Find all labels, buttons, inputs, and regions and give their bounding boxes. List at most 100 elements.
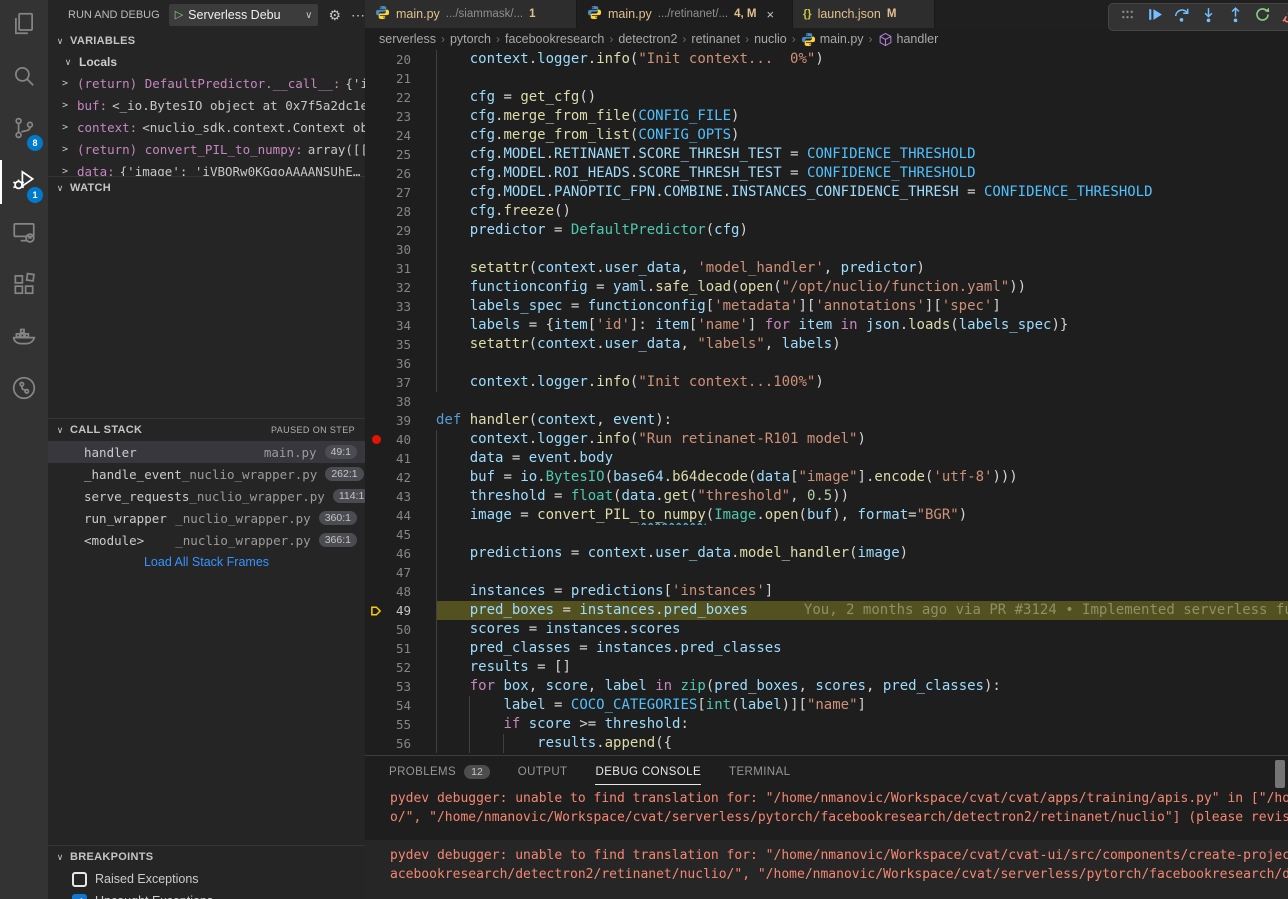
console-message-block[interactable]: pydev debugger: unable to find translati… <box>365 788 1288 827</box>
chevron-right-icon[interactable]: > <box>62 166 72 177</box>
code-line[interactable]: 33 labels_spec = functionconfig['metadat… <box>365 297 1288 316</box>
close-icon[interactable]: × <box>766 7 774 22</box>
code-line[interactable]: 49 pred_boxes = instances.pred_boxesYou,… <box>365 601 1288 620</box>
load-all-stack-frames-link[interactable]: Load All Stack Frames <box>48 551 365 573</box>
code-line[interactable]: 51 pred_classes = instances.pred_classes <box>365 639 1288 658</box>
code-line[interactable]: 47 <box>365 563 1288 582</box>
code-line[interactable]: 43 threshold = float(data.get("threshold… <box>365 487 1288 506</box>
continue-button[interactable] <box>1145 8 1163 26</box>
unchecked-checkbox[interactable] <box>72 872 87 887</box>
variable-row[interactable]: >(return) convert_PIL_to_numpy:array([[[… <box>48 138 365 160</box>
tab-main-py[interactable]: main.py.../retinanet/...4, M× <box>577 0 793 28</box>
scope-locals[interactable]: ∨ Locals <box>48 52 365 72</box>
breadcrumb-item[interactable]: retinanet <box>691 32 740 46</box>
code-line[interactable]: 36 <box>365 354 1288 373</box>
drag-handle-button[interactable] <box>1118 8 1136 26</box>
code-line[interactable]: 44 image = convert_PIL_to_numpy(Image.op… <box>365 506 1288 525</box>
breadcrumb-item[interactable]: serverless <box>379 32 436 46</box>
activity-item-source-control[interactable]: 8 <box>0 104 48 156</box>
code-line[interactable]: 31 setattr(context.user_data, 'model_han… <box>365 259 1288 278</box>
breakpoint-dot-icon[interactable] <box>372 435 381 444</box>
code-line[interactable]: 21 <box>365 69 1288 88</box>
code-editor[interactable]: 20 context.logger.info("Init context... … <box>365 50 1288 755</box>
step-into-button[interactable] <box>1199 8 1217 26</box>
code-line[interactable]: 22 cfg = get_cfg() <box>365 88 1288 107</box>
activity-item-explorer[interactable] <box>0 0 48 52</box>
panel-scrollbar[interactable] <box>1275 760 1285 788</box>
chevron-right-icon[interactable]: > <box>62 144 72 155</box>
chevron-right-icon[interactable]: > <box>62 100 72 111</box>
activity-item-run-and-debug[interactable]: 1 <box>0 156 48 208</box>
settings-gear-icon[interactable]: ⚙ <box>328 7 341 24</box>
code-line[interactable]: 50 scores = instances.scores <box>365 620 1288 639</box>
variable-row[interactable]: >buf:<_io.BytesIO object at 0x7f5a2dc1ec… <box>48 94 365 116</box>
breadcrumb-item[interactable]: nuclio <box>754 32 787 46</box>
chevron-right-icon[interactable]: > <box>62 78 72 89</box>
breadcrumb-item[interactable]: facebookresearch <box>505 32 604 46</box>
activity-item-extensions[interactable] <box>0 260 48 312</box>
tab-main-py[interactable]: main.py.../siammask/...1 <box>365 0 577 28</box>
disconnect-button[interactable] <box>1280 8 1288 26</box>
panel-tab-problems[interactable]: PROBLEMS12 <box>389 759 490 784</box>
variables-section-header[interactable]: ∨ VARIABLES <box>48 30 365 52</box>
activity-item-git-graph[interactable] <box>0 364 48 416</box>
call-stack-section-header[interactable]: ∨ CALL STACK PAUSED ON STEP <box>48 418 365 441</box>
stack-frame-row[interactable]: <module>_nuclio_wrapper.py366:1 <box>48 529 365 551</box>
restart-button[interactable] <box>1253 8 1271 26</box>
code-line[interactable]: 41 data = event.body <box>365 449 1288 468</box>
code-line[interactable]: 40 context.logger.info("Run retinanet-R1… <box>365 430 1288 449</box>
code-line[interactable]: 23 cfg.merge_from_file(CONFIG_FILE) <box>365 107 1288 126</box>
code-line[interactable]: 54 label = COCO_CATEGORIES[int(label)]["… <box>365 696 1288 715</box>
chevron-right-icon[interactable]: > <box>62 122 72 133</box>
code-line[interactable]: 56 results.append({ <box>365 734 1288 753</box>
panel-tab-debug-console[interactable]: DEBUG CONSOLE <box>595 759 701 785</box>
code-line[interactable]: 48 instances = predictions['instances'] <box>365 582 1288 601</box>
activity-item-search[interactable] <box>0 52 48 104</box>
tab-launch-json[interactable]: {}launch.jsonM <box>793 0 935 28</box>
code-line[interactable]: 26 cfg.MODEL.ROI_HEADS.SCORE_THRESH_TEST… <box>365 164 1288 183</box>
code-line[interactable]: 30 <box>365 240 1288 259</box>
stack-frame-row[interactable]: _handle_event_nuclio_wrapper.py262:1 <box>48 463 365 485</box>
breadcrumb-item[interactable]: main.py <box>801 32 864 47</box>
stack-frame-row[interactable]: handlermain.py49:1 <box>48 441 365 463</box>
breakpoint-row[interactable]: ✓Uncaught Exceptions <box>48 890 365 899</box>
breadcrumb-item[interactable]: pytorch <box>450 32 491 46</box>
console-message-block[interactable]: pydev debugger: unable to find translati… <box>365 840 1288 899</box>
breakpoints-section-header[interactable]: ∨ BREAKPOINTS <box>48 845 365 868</box>
panel-tab-terminal[interactable]: TERMINAL <box>729 759 790 784</box>
step-over-button[interactable] <box>1172 8 1190 26</box>
activity-item-remote-explorer[interactable] <box>0 208 48 260</box>
code-line[interactable]: 25 cfg.MODEL.RETINANET.SCORE_THRESH_TEST… <box>365 145 1288 164</box>
code-line[interactable]: 29 predictor = DefaultPredictor(cfg) <box>365 221 1288 240</box>
breadcrumb-item[interactable]: detectron2 <box>618 32 677 46</box>
variable-row[interactable]: >(return) DefaultPredictor.__call__:{'in… <box>48 72 365 94</box>
more-actions-icon[interactable]: ⋯ <box>351 7 365 24</box>
code-line[interactable]: 55 if score >= threshold: <box>365 715 1288 734</box>
code-line[interactable]: 27 cfg.MODEL.PANOPTIC_FPN.COMBINE.INSTAN… <box>365 183 1288 202</box>
code-line[interactable]: 39def handler(context, event): <box>365 411 1288 430</box>
code-line[interactable]: 24 cfg.merge_from_list(CONFIG_OPTS) <box>365 126 1288 145</box>
code-line[interactable]: 52 results = [] <box>365 658 1288 677</box>
code-line[interactable]: 38 <box>365 392 1288 411</box>
breadcrumb-item[interactable]: handler <box>878 32 939 47</box>
code-line[interactable]: 53 for box, score, label in zip(pred_box… <box>365 677 1288 696</box>
breakpoint-row[interactable]: Raised Exceptions <box>48 868 365 890</box>
code-line[interactable]: 45 <box>365 525 1288 544</box>
start-debug-icon[interactable]: ▷ <box>175 10 183 21</box>
code-line[interactable]: 46 predictions = context.user_data.model… <box>365 544 1288 563</box>
stack-frame-row[interactable]: run_wrapper_nuclio_wrapper.py360:1 <box>48 507 365 529</box>
stack-frame-row[interactable]: serve_requests_nuclio_wrapper.py114:1 <box>48 485 365 507</box>
code-line[interactable]: 35 setattr(context.user_data, "labels", … <box>365 335 1288 354</box>
code-line[interactable]: 20 context.logger.info("Init context... … <box>365 50 1288 69</box>
breakpoint-marker[interactable] <box>365 430 387 449</box>
panel-tab-output[interactable]: OUTPUT <box>518 759 568 784</box>
launch-config-dropdown[interactable]: ▷ Serverless Debu ∨ <box>169 4 319 26</box>
activity-item-docker[interactable] <box>0 312 48 364</box>
code-line[interactable]: 37 context.logger.info("Init context...1… <box>365 373 1288 392</box>
watch-section-header[interactable]: ∨ WATCH <box>48 176 365 199</box>
variable-row[interactable]: >data:{'image': 'iVBORw0KGgoAAAANSUhE… <box>48 160 365 176</box>
code-line[interactable]: 32 functionconfig = yaml.safe_load(open(… <box>365 278 1288 297</box>
current-stackframe-icon[interactable] <box>365 601 387 620</box>
variable-row[interactable]: >context:<nuclio_sdk.context.Context obj… <box>48 116 365 138</box>
code-line[interactable]: 34 labels = {item['id']: item['name'] fo… <box>365 316 1288 335</box>
